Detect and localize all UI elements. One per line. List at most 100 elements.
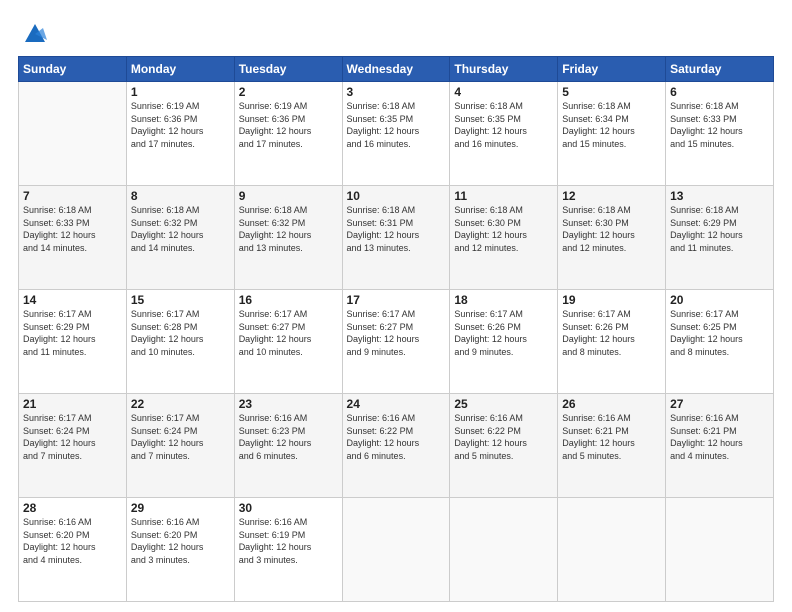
calendar-cell: 25Sunrise: 6:16 AM Sunset: 6:22 PM Dayli…: [450, 394, 558, 498]
calendar-cell: 20Sunrise: 6:17 AM Sunset: 6:25 PM Dayli…: [666, 290, 774, 394]
calendar-table: SundayMondayTuesdayWednesdayThursdayFrid…: [18, 56, 774, 602]
calendar-cell: 5Sunrise: 6:18 AM Sunset: 6:34 PM Daylig…: [558, 82, 666, 186]
calendar-cell: 3Sunrise: 6:18 AM Sunset: 6:35 PM Daylig…: [342, 82, 450, 186]
calendar-cell: 7Sunrise: 6:18 AM Sunset: 6:33 PM Daylig…: [19, 186, 127, 290]
weekday-header-tuesday: Tuesday: [234, 57, 342, 82]
calendar-cell: 15Sunrise: 6:17 AM Sunset: 6:28 PM Dayli…: [126, 290, 234, 394]
calendar-cell: 4Sunrise: 6:18 AM Sunset: 6:35 PM Daylig…: [450, 82, 558, 186]
calendar-cell: 6Sunrise: 6:18 AM Sunset: 6:33 PM Daylig…: [666, 82, 774, 186]
day-info: Sunrise: 6:16 AM Sunset: 6:20 PM Dayligh…: [131, 516, 230, 566]
day-info: Sunrise: 6:19 AM Sunset: 6:36 PM Dayligh…: [239, 100, 338, 150]
weekday-header-friday: Friday: [558, 57, 666, 82]
day-number: 15: [131, 293, 230, 307]
day-info: Sunrise: 6:18 AM Sunset: 6:35 PM Dayligh…: [454, 100, 553, 150]
day-number: 13: [670, 189, 769, 203]
calendar-week-2: 7Sunrise: 6:18 AM Sunset: 6:33 PM Daylig…: [19, 186, 774, 290]
calendar-cell: 8Sunrise: 6:18 AM Sunset: 6:32 PM Daylig…: [126, 186, 234, 290]
calendar-cell: 30Sunrise: 6:16 AM Sunset: 6:19 PM Dayli…: [234, 498, 342, 602]
day-info: Sunrise: 6:18 AM Sunset: 6:34 PM Dayligh…: [562, 100, 661, 150]
calendar-cell: 23Sunrise: 6:16 AM Sunset: 6:23 PM Dayli…: [234, 394, 342, 498]
day-info: Sunrise: 6:16 AM Sunset: 6:21 PM Dayligh…: [670, 412, 769, 462]
calendar-cell: 21Sunrise: 6:17 AM Sunset: 6:24 PM Dayli…: [19, 394, 127, 498]
day-info: Sunrise: 6:17 AM Sunset: 6:28 PM Dayligh…: [131, 308, 230, 358]
logo-icon: [21, 20, 49, 48]
calendar-cell: 28Sunrise: 6:16 AM Sunset: 6:20 PM Dayli…: [19, 498, 127, 602]
day-info: Sunrise: 6:18 AM Sunset: 6:32 PM Dayligh…: [131, 204, 230, 254]
calendar-cell: 22Sunrise: 6:17 AM Sunset: 6:24 PM Dayli…: [126, 394, 234, 498]
day-info: Sunrise: 6:18 AM Sunset: 6:33 PM Dayligh…: [23, 204, 122, 254]
page: SundayMondayTuesdayWednesdayThursdayFrid…: [0, 0, 792, 612]
calendar-cell: 26Sunrise: 6:16 AM Sunset: 6:21 PM Dayli…: [558, 394, 666, 498]
day-info: Sunrise: 6:18 AM Sunset: 6:33 PM Dayligh…: [670, 100, 769, 150]
weekday-header-row: SundayMondayTuesdayWednesdayThursdayFrid…: [19, 57, 774, 82]
day-info: Sunrise: 6:16 AM Sunset: 6:23 PM Dayligh…: [239, 412, 338, 462]
weekday-header-thursday: Thursday: [450, 57, 558, 82]
day-info: Sunrise: 6:18 AM Sunset: 6:35 PM Dayligh…: [347, 100, 446, 150]
calendar-cell: 19Sunrise: 6:17 AM Sunset: 6:26 PM Dayli…: [558, 290, 666, 394]
day-number: 27: [670, 397, 769, 411]
day-number: 3: [347, 85, 446, 99]
day-number: 11: [454, 189, 553, 203]
calendar-week-3: 14Sunrise: 6:17 AM Sunset: 6:29 PM Dayli…: [19, 290, 774, 394]
weekday-header-saturday: Saturday: [666, 57, 774, 82]
calendar-cell: [450, 498, 558, 602]
day-info: Sunrise: 6:17 AM Sunset: 6:26 PM Dayligh…: [562, 308, 661, 358]
day-number: 14: [23, 293, 122, 307]
day-number: 24: [347, 397, 446, 411]
day-number: 9: [239, 189, 338, 203]
day-info: Sunrise: 6:18 AM Sunset: 6:32 PM Dayligh…: [239, 204, 338, 254]
day-info: Sunrise: 6:16 AM Sunset: 6:20 PM Dayligh…: [23, 516, 122, 566]
day-info: Sunrise: 6:18 AM Sunset: 6:31 PM Dayligh…: [347, 204, 446, 254]
calendar-cell: [19, 82, 127, 186]
day-number: 28: [23, 501, 122, 515]
day-number: 12: [562, 189, 661, 203]
day-info: Sunrise: 6:17 AM Sunset: 6:24 PM Dayligh…: [23, 412, 122, 462]
day-number: 10: [347, 189, 446, 203]
day-info: Sunrise: 6:16 AM Sunset: 6:19 PM Dayligh…: [239, 516, 338, 566]
day-number: 18: [454, 293, 553, 307]
day-info: Sunrise: 6:17 AM Sunset: 6:25 PM Dayligh…: [670, 308, 769, 358]
calendar-week-1: 1 Sunrise: 6:19 AM Sunset: 6:36 PM Daylig…: [19, 82, 774, 186]
calendar-cell: 17Sunrise: 6:17 AM Sunset: 6:27 PM Dayli…: [342, 290, 450, 394]
day-number: 5: [562, 85, 661, 99]
day-number: 17: [347, 293, 446, 307]
day-number: 7: [23, 189, 122, 203]
calendar-cell: 18Sunrise: 6:17 AM Sunset: 6:26 PM Dayli…: [450, 290, 558, 394]
day-info: Sunrise: 6:17 AM Sunset: 6:26 PM Dayligh…: [454, 308, 553, 358]
day-info: Sunrise: 6:17 AM Sunset: 6:27 PM Dayligh…: [347, 308, 446, 358]
weekday-header-monday: Monday: [126, 57, 234, 82]
calendar-cell: 1Sunrise: 6:19 AM Sunset: 6:36 PM Daylig…: [126, 82, 234, 186]
calendar-cell: [342, 498, 450, 602]
day-info: Sunrise: 6:16 AM Sunset: 6:22 PM Dayligh…: [347, 412, 446, 462]
calendar-cell: [558, 498, 666, 602]
day-info: Sunrise: 6:17 AM Sunset: 6:24 PM Dayligh…: [131, 412, 230, 462]
calendar-cell: 11Sunrise: 6:18 AM Sunset: 6:30 PM Dayli…: [450, 186, 558, 290]
day-info: Sunrise: 6:18 AM Sunset: 6:30 PM Dayligh…: [562, 204, 661, 254]
logo: [18, 18, 49, 48]
day-number: 2: [239, 85, 338, 99]
calendar-cell: 29Sunrise: 6:16 AM Sunset: 6:20 PM Dayli…: [126, 498, 234, 602]
day-number: 4: [454, 85, 553, 99]
day-number: 30: [239, 501, 338, 515]
day-number: 16: [239, 293, 338, 307]
day-number: 1: [131, 85, 230, 99]
calendar-week-4: 21Sunrise: 6:17 AM Sunset: 6:24 PM Dayli…: [19, 394, 774, 498]
weekday-header-sunday: Sunday: [19, 57, 127, 82]
calendar-cell: 10Sunrise: 6:18 AM Sunset: 6:31 PM Dayli…: [342, 186, 450, 290]
day-info: Sunrise: 6:17 AM Sunset: 6:29 PM Dayligh…: [23, 308, 122, 358]
calendar-cell: [666, 498, 774, 602]
calendar-cell: 2Sunrise: 6:19 AM Sunset: 6:36 PM Daylig…: [234, 82, 342, 186]
day-number: 6: [670, 85, 769, 99]
calendar-cell: 16Sunrise: 6:17 AM Sunset: 6:27 PM Dayli…: [234, 290, 342, 394]
calendar-cell: 24Sunrise: 6:16 AM Sunset: 6:22 PM Dayli…: [342, 394, 450, 498]
day-info: Sunrise: 6:18 AM Sunset: 6:29 PM Dayligh…: [670, 204, 769, 254]
weekday-header-wednesday: Wednesday: [342, 57, 450, 82]
calendar-cell: 9Sunrise: 6:18 AM Sunset: 6:32 PM Daylig…: [234, 186, 342, 290]
calendar-cell: 14Sunrise: 6:17 AM Sunset: 6:29 PM Dayli…: [19, 290, 127, 394]
calendar-cell: 27Sunrise: 6:16 AM Sunset: 6:21 PM Dayli…: [666, 394, 774, 498]
day-number: 23: [239, 397, 338, 411]
header: [18, 18, 774, 48]
day-number: 21: [23, 397, 122, 411]
day-number: 26: [562, 397, 661, 411]
day-info: Sunrise: 6:16 AM Sunset: 6:22 PM Dayligh…: [454, 412, 553, 462]
